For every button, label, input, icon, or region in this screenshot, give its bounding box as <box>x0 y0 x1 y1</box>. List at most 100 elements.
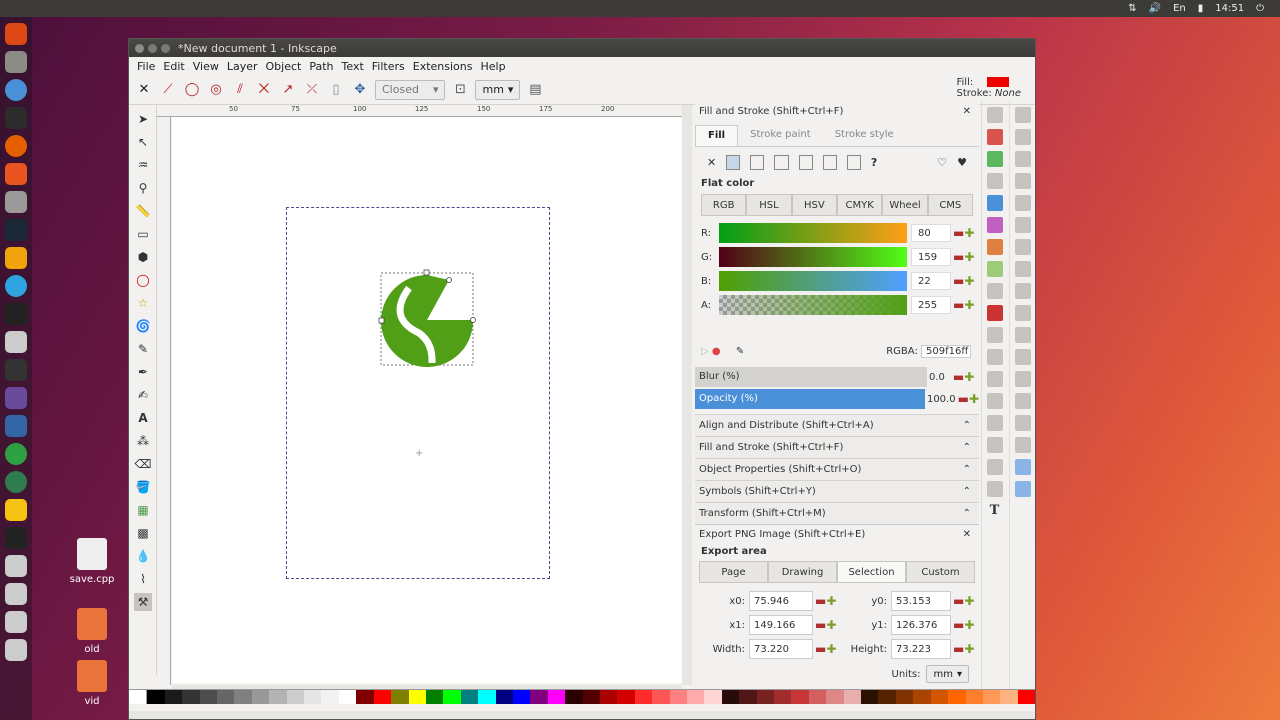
height-input[interactable]: 73.223 <box>891 639 951 659</box>
stepper-icon[interactable]: ▬✚ <box>815 594 839 608</box>
swatch[interactable] <box>843 690 862 704</box>
snap-edges-icon[interactable] <box>1014 151 1031 167</box>
zoom-drawing-icon[interactable] <box>986 371 1003 387</box>
software-center-icon[interactable] <box>5 163 27 185</box>
zoom-selection-icon[interactable] <box>986 349 1003 365</box>
blue-slider[interactable] <box>719 271 907 291</box>
tab-stroke-paint[interactable]: Stroke paint <box>738 125 823 146</box>
snap-corners-icon[interactable] <box>1014 173 1031 189</box>
document-page[interactable]: + <box>286 207 550 579</box>
node-handle[interactable] <box>423 269 430 276</box>
swatch[interactable] <box>739 690 757 704</box>
menu-layer[interactable]: Layer <box>223 60 262 73</box>
swatch[interactable] <box>495 690 513 704</box>
maximize-window-button[interactable] <box>161 43 170 53</box>
snap-nodes-icon[interactable] <box>1014 239 1031 255</box>
tweak-tool-icon[interactable]: ♒ <box>134 156 152 174</box>
swatch[interactable] <box>478 690 496 704</box>
sublime-icon[interactable] <box>5 247 27 269</box>
swatch[interactable] <box>443 690 461 704</box>
circle-target-icon[interactable]: ◎ <box>207 81 225 99</box>
pen-tool-icon[interactable]: ✒ <box>134 363 152 381</box>
swatch[interactable] <box>1017 690 1036 704</box>
drive3-icon[interactable] <box>5 611 27 633</box>
export-header[interactable]: Export PNG Image (Shift+Ctrl+E) ✕ <box>695 524 979 544</box>
snap-midpoint-icon[interactable] <box>1014 349 1031 365</box>
swatch[interactable] <box>808 690 827 704</box>
stepper-icon[interactable]: ▬✚ <box>815 618 839 632</box>
3dbox-tool-icon[interactable]: ⬢ <box>134 248 152 266</box>
menu-extensions[interactable]: Extensions <box>409 60 477 73</box>
radial-gradient-icon[interactable] <box>774 155 789 170</box>
copy-icon[interactable] <box>986 283 1003 299</box>
app4-icon[interactable] <box>5 499 27 521</box>
snap-grid-icon[interactable] <box>1014 459 1031 475</box>
fill-stroke-indicator[interactable]: Fill: Stroke: None <box>956 77 1021 99</box>
active-tool-icon[interactable]: ⚒ <box>134 593 152 611</box>
swatch[interactable] <box>321 690 339 704</box>
close-icon[interactable]: ✕ <box>135 81 153 99</box>
stepper-icon[interactable]: ▬✚ <box>953 370 974 384</box>
desktop-folder-old[interactable]: old <box>62 608 122 655</box>
y0-input[interactable]: 53.153 <box>891 591 951 611</box>
stepper-icon[interactable]: ▬✚ <box>953 642 977 656</box>
vertical-scrollbar[interactable] <box>682 105 692 685</box>
export-selection-button[interactable]: Selection <box>837 561 906 583</box>
zoom-page-icon[interactable] <box>986 393 1003 409</box>
menu-filters[interactable]: Filters <box>368 60 409 73</box>
bucket-tool-icon[interactable]: 🪣 <box>134 478 152 496</box>
node-handle[interactable] <box>446 277 452 283</box>
tab-cms[interactable]: CMS <box>927 194 973 216</box>
swatch[interactable] <box>826 690 844 704</box>
app5-icon[interactable] <box>5 527 27 549</box>
new-document-icon[interactable] <box>986 107 1003 123</box>
fill-stroke-icon[interactable] <box>986 481 1003 497</box>
export-page-button[interactable]: Page <box>699 561 768 583</box>
dock-transform[interactable]: Transform (Shift+Ctrl+M) ⌃ <box>695 502 979 524</box>
text-tool-icon[interactable]: A <box>134 409 152 427</box>
swatch-none[interactable] <box>129 690 148 704</box>
swatch[interactable] <box>1000 690 1018 704</box>
mesh-icon[interactable] <box>798 155 813 170</box>
no-paint-icon[interactable]: ✕ <box>707 156 716 169</box>
node-handle[interactable] <box>378 317 385 324</box>
calligraphy-tool-icon[interactable]: ✍ <box>134 386 152 404</box>
dock-align-distribute[interactable]: Align and Distribute (Shift+Ctrl+A) ⌃ <box>695 414 979 436</box>
drive-icon[interactable] <box>5 555 27 577</box>
snap-page-icon[interactable] <box>1014 437 1031 453</box>
swatch[interactable] <box>948 690 966 704</box>
green-slider[interactable] <box>719 247 907 267</box>
swatch[interactable] <box>217 690 235 704</box>
mesh-tool-icon[interactable]: ▩ <box>134 524 152 542</box>
dropper-tool-icon[interactable]: 💧 <box>134 547 152 565</box>
export-drawing-button[interactable]: Drawing <box>768 561 837 583</box>
terminal-icon[interactable] <box>5 107 27 129</box>
chrome-icon[interactable] <box>5 79 27 101</box>
swatch[interactable] <box>373 690 392 704</box>
gradient-tool-icon[interactable]: ▦ <box>134 501 152 519</box>
blur-value[interactable]: 0.0 <box>929 372 945 383</box>
spray-tool-icon[interactable]: ⁂ <box>134 432 152 450</box>
eraser-tool-icon[interactable]: ⌫ <box>134 455 152 473</box>
ubuntu-icon[interactable] <box>5 23 27 45</box>
swatch[interactable] <box>565 690 583 704</box>
network-icon[interactable]: ⇅ <box>1128 3 1136 14</box>
desktop-folder-vid[interactable]: vid <box>62 660 122 707</box>
preferences-icon[interactable]: ▤ <box>526 81 544 99</box>
y1-input[interactable]: 126.376 <box>891 615 951 635</box>
node-handle[interactable] <box>470 317 476 323</box>
tab-fill[interactable]: Fill <box>695 125 739 146</box>
desktop-file-save-cpp[interactable]: save.cpp <box>62 538 122 585</box>
dock-symbols[interactable]: Symbols (Shift+Ctrl+Y) ⌃ <box>695 480 979 502</box>
connector-tool-icon[interactable]: ⌇ <box>134 570 152 588</box>
screenshot-icon[interactable] <box>5 331 27 353</box>
menu-view[interactable]: View <box>189 60 223 73</box>
drawing-canvas[interactable]: + <box>172 117 682 683</box>
clock[interactable]: 14:51 <box>1215 3 1244 14</box>
swatch[interactable] <box>721 690 740 704</box>
close-icon[interactable]: ✕ <box>963 529 971 540</box>
close-window-button[interactable] <box>135 43 144 53</box>
snap-object-center-icon[interactable] <box>1014 371 1031 387</box>
unit-combo[interactable]: mm ▾ <box>475 79 521 100</box>
width-input[interactable]: 73.220 <box>749 639 813 659</box>
